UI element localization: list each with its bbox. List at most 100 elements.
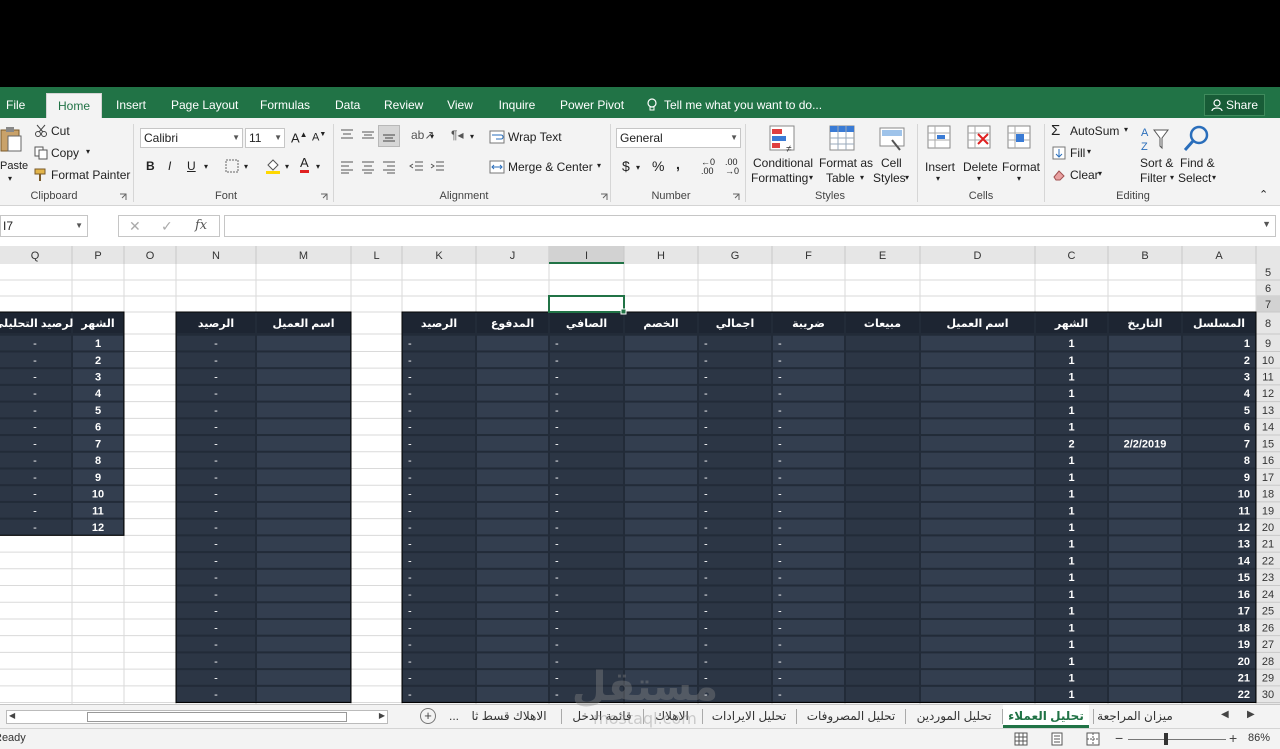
currency-icon[interactable]: $ xyxy=(622,158,630,174)
align-middle-icon[interactable] xyxy=(360,128,376,142)
conditional-formatting-button[interactable]: ≠ Conditional Formatting ▾ xyxy=(750,122,816,186)
table-cell[interactable] xyxy=(921,519,1034,535)
table-cell[interactable] xyxy=(625,553,697,568)
table-cell[interactable] xyxy=(403,486,475,501)
table-cell[interactable] xyxy=(477,402,548,418)
table-cell[interactable] xyxy=(477,352,548,368)
delete-cells-button[interactable]: Delete ▾ xyxy=(960,122,1000,186)
table-cell[interactable] xyxy=(550,469,623,485)
formula-input[interactable]: ▼ xyxy=(224,215,1276,237)
table-cell[interactable] xyxy=(477,636,548,652)
merge-center-button[interactable]: Merge & Center ▾ xyxy=(489,158,607,176)
table-cell[interactable] xyxy=(625,436,697,451)
table-cell[interactable] xyxy=(773,385,844,401)
table-cell[interactable] xyxy=(773,519,844,535)
zoom-slider-thumb[interactable] xyxy=(1164,733,1168,745)
table-cell[interactable] xyxy=(699,352,771,368)
table-cell[interactable] xyxy=(403,335,475,351)
italic-icon[interactable]: I xyxy=(168,159,171,173)
cancel-icon[interactable]: ✕ xyxy=(129,218,141,235)
sheet-more-tabs[interactable]: ... xyxy=(444,705,464,728)
table-cell[interactable] xyxy=(550,486,623,501)
table-cell[interactable] xyxy=(403,369,475,384)
sort-filter-button[interactable]: AZ Sort & Filter ▾ xyxy=(1136,122,1176,186)
table-cell[interactable] xyxy=(1109,619,1181,635)
fill-button[interactable]: Fill ▾ xyxy=(1050,144,1100,162)
table-cell[interactable] xyxy=(625,419,697,435)
table-cell[interactable] xyxy=(625,519,697,535)
ribbon-tab-inquire[interactable]: Inquire xyxy=(492,93,542,118)
table-cell[interactable] xyxy=(550,553,623,568)
table-cell[interactable] xyxy=(1109,352,1181,368)
table-cell[interactable] xyxy=(257,385,350,401)
table-cell[interactable] xyxy=(846,586,919,602)
table-cell[interactable] xyxy=(625,469,697,485)
table-cell[interactable] xyxy=(1109,402,1181,418)
table-cell[interactable] xyxy=(921,402,1034,418)
table-cell[interactable] xyxy=(699,686,771,702)
table-cell[interactable] xyxy=(403,619,475,635)
table-cell[interactable] xyxy=(550,653,623,669)
table-cell[interactable] xyxy=(625,335,697,351)
table-cell[interactable] xyxy=(477,486,548,501)
ribbon-tab-view[interactable]: View xyxy=(441,93,479,118)
increase-indent-icon[interactable] xyxy=(430,160,446,174)
table-cell[interactable] xyxy=(625,569,697,585)
table-cell[interactable] xyxy=(477,385,548,401)
table-cell[interactable] xyxy=(1109,603,1181,618)
fill-color-icon[interactable] xyxy=(265,157,281,175)
table-cell[interactable] xyxy=(403,553,475,568)
page-break-view-icon[interactable] xyxy=(1086,732,1100,746)
table-cell[interactable] xyxy=(550,402,623,418)
table-cell[interactable] xyxy=(403,502,475,518)
table-cell[interactable] xyxy=(773,686,844,702)
format-as-table-button[interactable]: Format as Table ▾ xyxy=(816,122,873,186)
table-cell[interactable] xyxy=(699,502,771,518)
paste-button[interactable]: Paste ▾ xyxy=(0,122,28,184)
table-cell[interactable] xyxy=(921,469,1034,485)
table-cell[interactable] xyxy=(477,536,548,552)
table-cell[interactable] xyxy=(846,553,919,568)
table-cell[interactable] xyxy=(921,536,1034,552)
table-cell[interactable] xyxy=(257,335,350,351)
table-cell[interactable] xyxy=(403,603,475,618)
table-cell[interactable] xyxy=(773,603,844,618)
table-cell[interactable] xyxy=(1109,369,1181,384)
table-cell[interactable] xyxy=(550,586,623,602)
table-cell[interactable] xyxy=(773,335,844,351)
table-cell[interactable] xyxy=(921,385,1034,401)
expand-formula-icon[interactable]: ▼ xyxy=(1262,219,1271,229)
table-cell[interactable] xyxy=(625,385,697,401)
table-cell[interactable] xyxy=(1109,686,1181,702)
clear-button[interactable]: Clear ▾ xyxy=(1050,166,1110,184)
table-cell[interactable] xyxy=(550,335,623,351)
table-cell[interactable] xyxy=(477,569,548,585)
table-cell[interactable] xyxy=(773,352,844,368)
ribbon-tab-page-layout[interactable]: Page Layout xyxy=(165,93,241,118)
table-cell[interactable] xyxy=(846,536,919,552)
table-cell[interactable] xyxy=(1109,486,1181,501)
table-cell[interactable] xyxy=(773,419,844,435)
align-top-icon[interactable] xyxy=(339,128,355,142)
table-cell[interactable] xyxy=(550,619,623,635)
sheet-tab-3[interactable]: تحليل الموردين xyxy=(906,705,1002,728)
table-cell[interactable] xyxy=(921,670,1034,685)
table-cell[interactable] xyxy=(550,670,623,685)
horizontal-scrollbar[interactable]: ◀ ▶ xyxy=(6,710,388,724)
sheet-tab-4[interactable]: تحليل المصروفات xyxy=(797,705,905,728)
table-cell[interactable] xyxy=(773,452,844,468)
copy-button[interactable]: Copy ▾ xyxy=(34,144,104,162)
sheet-tab-8[interactable]: الاهلاك قسط ثا xyxy=(465,705,553,728)
table-cell[interactable] xyxy=(773,586,844,602)
table-cell[interactable] xyxy=(257,536,350,552)
table-cell[interactable] xyxy=(773,436,844,451)
ribbon-tab-power-pivot[interactable]: Power Pivot xyxy=(554,93,628,118)
sheet-tab-2[interactable]: تحليل العملاء xyxy=(1003,705,1089,728)
table-cell[interactable] xyxy=(699,369,771,384)
table-cell[interactable] xyxy=(257,469,350,485)
increase-font-icon[interactable]: A▲ xyxy=(291,130,308,145)
table-cell[interactable] xyxy=(846,385,919,401)
table-cell[interactable] xyxy=(773,369,844,384)
align-left-icon[interactable] xyxy=(339,160,355,174)
table-cell[interactable] xyxy=(699,636,771,652)
